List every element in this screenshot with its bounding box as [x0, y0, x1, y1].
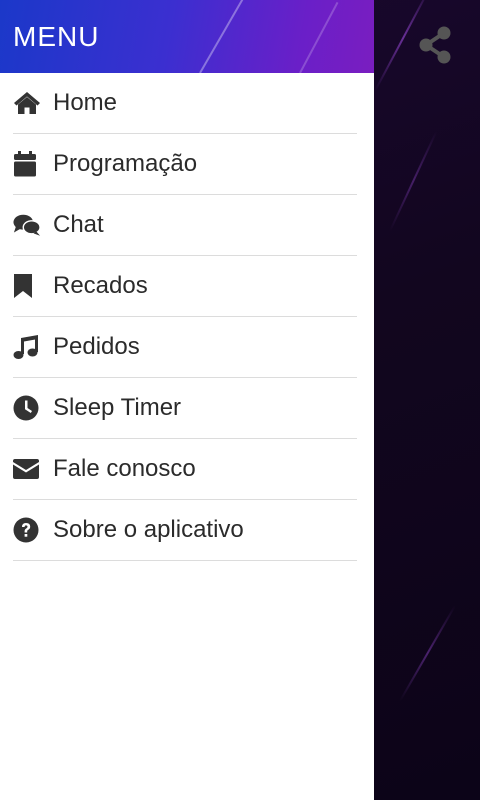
menu-item-label: Programação [53, 150, 198, 177]
menu-item-programacao[interactable]: Programação [13, 134, 357, 195]
menu-item-label: Pedidos [53, 333, 140, 360]
menu-item-chat[interactable]: Chat [13, 195, 357, 256]
header-streak [299, 1, 339, 73]
menu-item-label: Recados [53, 272, 148, 299]
menu-item-label: Chat [53, 211, 104, 238]
bookmark-icon [13, 272, 41, 300]
menu-item-label: Sleep Timer [53, 394, 182, 421]
menu-item-fale-conosco[interactable]: Fale conosco [13, 439, 357, 500]
background-streak [399, 605, 456, 702]
menu-item-label: Sobre o aplicativo [53, 516, 244, 543]
share-button[interactable] [412, 24, 458, 70]
menu-item-label: Home [53, 89, 118, 116]
header-streak [199, 0, 246, 73]
drawer-title: MENU [13, 21, 100, 52]
menu-item-recados[interactable]: Recados [13, 256, 357, 317]
menu-item-pedidos[interactable]: Pedidos [13, 317, 357, 378]
question-circle-icon [13, 516, 41, 544]
share-icon [418, 26, 452, 69]
calendar-icon [13, 150, 41, 178]
menu-item-home[interactable]: Home [13, 73, 357, 134]
clock-icon [13, 394, 41, 422]
home-icon [13, 89, 41, 117]
envelope-icon [13, 455, 41, 483]
navigation-drawer: MENU Home Programação Chat Recados Pedid… [0, 0, 374, 800]
chat-icon [13, 211, 41, 239]
menu-list: Home Programação Chat Recados Pedidos Sl… [0, 73, 374, 561]
drawer-header: MENU [0, 0, 374, 73]
background-streak [389, 130, 438, 232]
music-note-icon [13, 333, 41, 361]
menu-item-sobre-o-aplicativo[interactable]: Sobre o aplicativo [13, 500, 357, 561]
app-screen: MENU Home Programação Chat Recados Pedid… [0, 0, 480, 800]
menu-item-label: Fale conosco [53, 455, 196, 482]
menu-item-sleep-timer[interactable]: Sleep Timer [13, 378, 357, 439]
